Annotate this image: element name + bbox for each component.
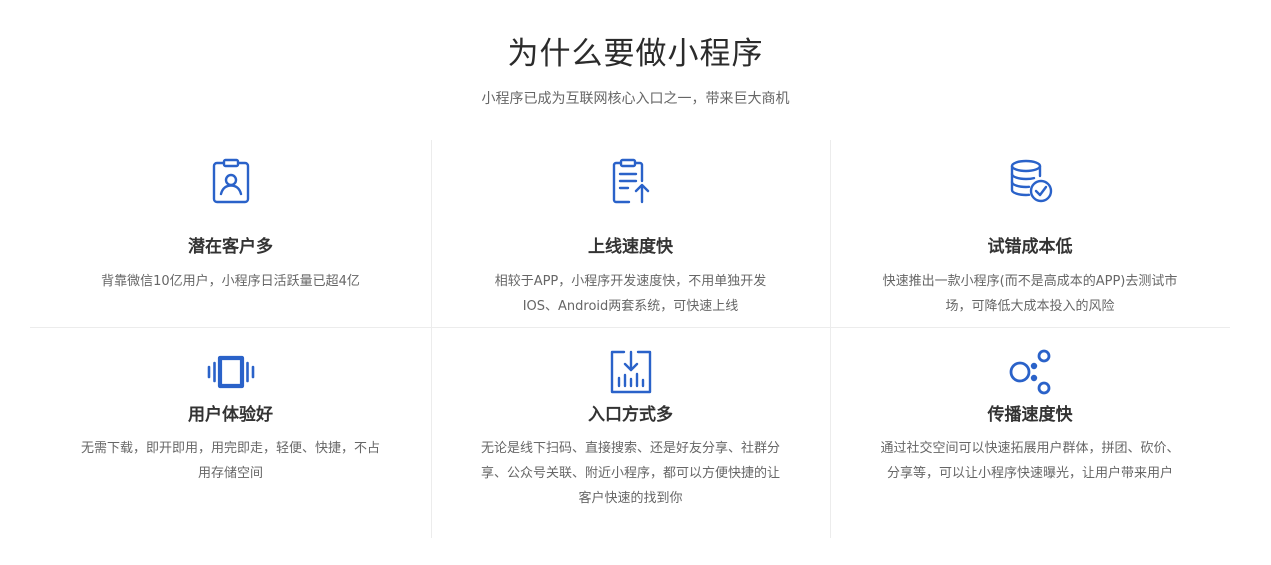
feature-card-multiple-entries: 入口方式多 无论是线下扫码、直接搜索、还是好友分享、社群分享、公众号关联、附近小… [431,348,830,538]
feature-description: 通过社交空间可以快速拓展用户群体，拼团、砍价、分享等，可以让小程序快速曝光，让用… [880,441,1180,481]
vibrate-frame-icon [207,348,255,396]
document-upload-icon [607,158,655,206]
page-subtitle: 小程序已成为互联网核心入口之一，带来巨大商机 [481,91,790,107]
feature-grid: 潜在客户多 背靠微信10亿用户，小程序日活跃量已超4亿 上线速度快 相较于APP… [30,140,1230,538]
chart-download-icon [607,348,655,396]
feature-description: 背靠微信10亿用户，小程序日活跃量已超4亿 [101,274,360,289]
feature-title: 试错成本低 [987,237,1073,257]
feature-description: 无论是线下扫码、直接搜索、还是好友分享、社群分享、公众号关联、附近小程序，都可以… [480,441,780,506]
feature-title: 上线速度快 [588,237,673,257]
feature-description: 相较于APP，小程序开发速度快，不用单独开发IOS、Android两套系统，可快… [494,274,767,314]
feature-card-fast-spread: 传播速度快 通过社交空间可以快速拓展用户群体，拼团、砍价、分享等，可以让小程序快… [830,348,1230,538]
feature-card-potential-customers: 潜在客户多 背靠微信10亿用户，小程序日活跃量已超4亿 [30,158,431,328]
feature-card-low-cost: 试错成本低 快速推出一款小程序(而不是高成本的APP)去测试市场，可降低大成本投… [830,158,1230,328]
feature-description: 无需下载，即开即用，用完即走，轻便、快捷，不占用存储空间 [80,441,380,481]
feature-card-user-experience: 用户体验好 无需下载，即开即用，用完即走，轻便、快捷，不占用存储空间 [30,348,431,538]
feature-description: 快速推出一款小程序(而不是高成本的APP)去测试市场，可降低大成本投入的风险 [882,274,1178,314]
page-title: 为什么要做小程序 [507,36,764,72]
share-nodes-icon [1006,348,1054,396]
badge-user-icon [207,158,255,206]
feature-title: 入口方式多 [588,405,673,425]
feature-title: 用户体验好 [188,405,273,425]
feature-title: 传播速度快 [987,405,1073,425]
database-check-icon [1006,158,1054,206]
feature-title: 潜在客户多 [188,237,273,257]
feature-card-fast-launch: 上线速度快 相较于APP，小程序开发速度快，不用单独开发IOS、Android两… [431,158,830,328]
